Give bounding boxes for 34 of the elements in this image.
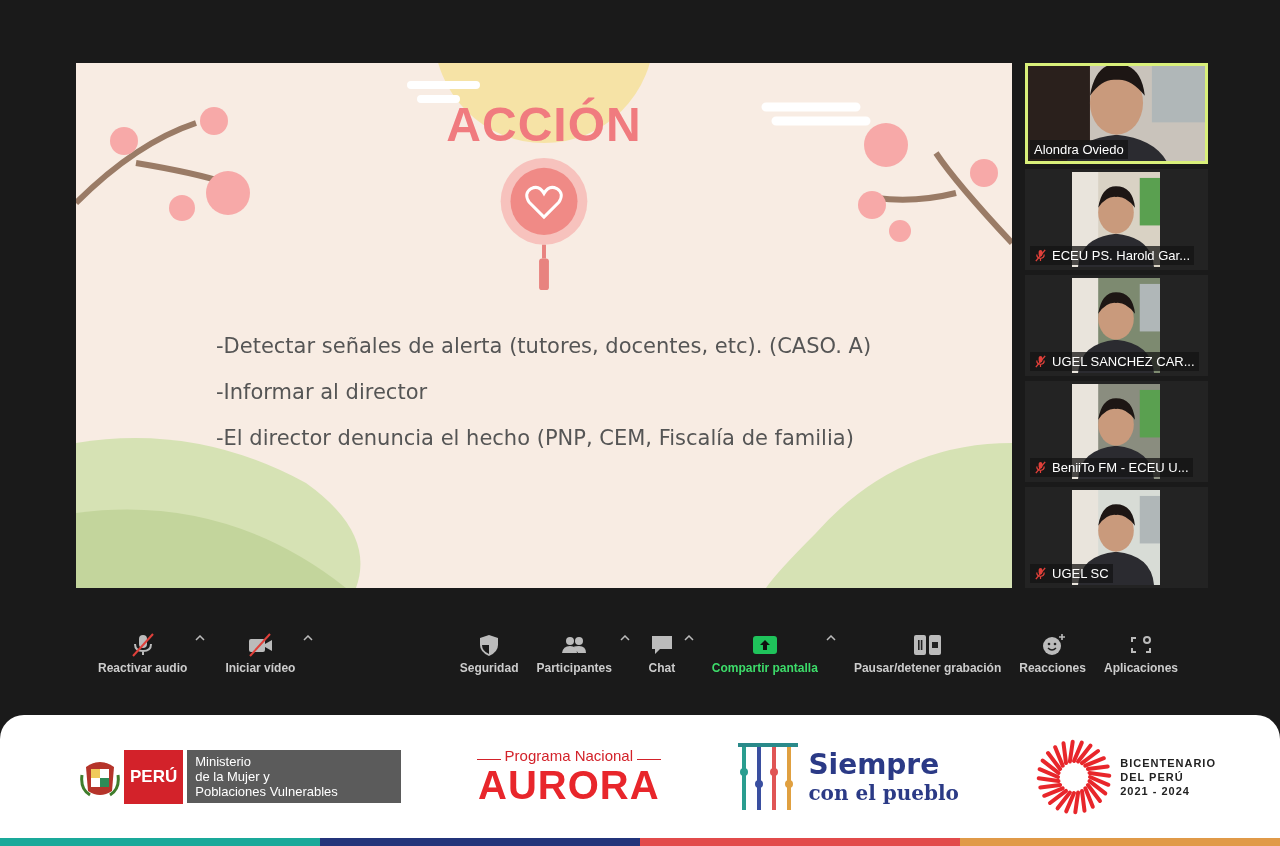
mic-button[interactable]: Reactivar audio (96, 633, 190, 675)
bicentennial-label: DEL PERÚ (1120, 769, 1185, 784)
strands-icon (736, 741, 801, 812)
apps-button[interactable]: Aplicaciones (1101, 633, 1180, 675)
video-tile[interactable]: UGEL SANCHEZ CAR... (1025, 275, 1208, 376)
bicentennial-label: BICENTENARIO (1120, 755, 1216, 770)
people-button[interactable]: Participantes (534, 633, 614, 675)
shield-button[interactable]: Seguridad (457, 633, 521, 675)
slide-bullet: -El director denuncia el hecho (PNP, CEM, Fiscalía de familia) (216, 426, 855, 450)
slogan-subtitle: con el pueblo (808, 781, 959, 805)
video-tile[interactable]: UGEL SC (1025, 487, 1208, 588)
program-kicker: Programa Nacional (504, 747, 633, 764)
ministry-label: Ministerio de la Mujer y Poblaciones Vulnerables (187, 750, 402, 803)
record-button[interactable]: Pausar/detener grabación (851, 633, 1004, 675)
bicentennial-label: 2021 - 2024 (1120, 783, 1191, 798)
country-label: PERÚ (124, 749, 184, 804)
video-tile[interactable]: Alondra Oviedo (1025, 63, 1208, 164)
share-button[interactable]: Compartir pantalla (709, 633, 820, 675)
slide-bullet: -Informar al director (216, 380, 429, 404)
video-tile[interactable]: ECEU PS. Harold Gar... (1025, 169, 1208, 270)
slide-bullet: -Detectar señales de alerta (tutores, docentes, etc). (CASO. A) (216, 334, 872, 358)
participant-name: BeniiTo FM - ECEU U... (1052, 460, 1189, 475)
camera-icon (246, 633, 275, 657)
program-name: AURORA (478, 764, 660, 806)
react-button[interactable]: Reacciones (1017, 633, 1088, 675)
chat-button[interactable]: Chat (645, 633, 678, 675)
video-tile[interactable]: BeniiTo FM - ECEU U... (1025, 381, 1208, 482)
participant-name: Alondra Oviedo (1034, 142, 1124, 157)
slogan-title: Siempre (808, 748, 941, 781)
participant-name: UGEL SC (1052, 566, 1109, 581)
video-button[interactable]: Iniciar vídeo (223, 633, 298, 675)
participant-name: ECEU PS. Harold Gar... (1052, 248, 1190, 263)
pause-stop-icon (913, 633, 942, 657)
participant-name: UGEL SANCHEZ CAR... (1052, 354, 1195, 369)
